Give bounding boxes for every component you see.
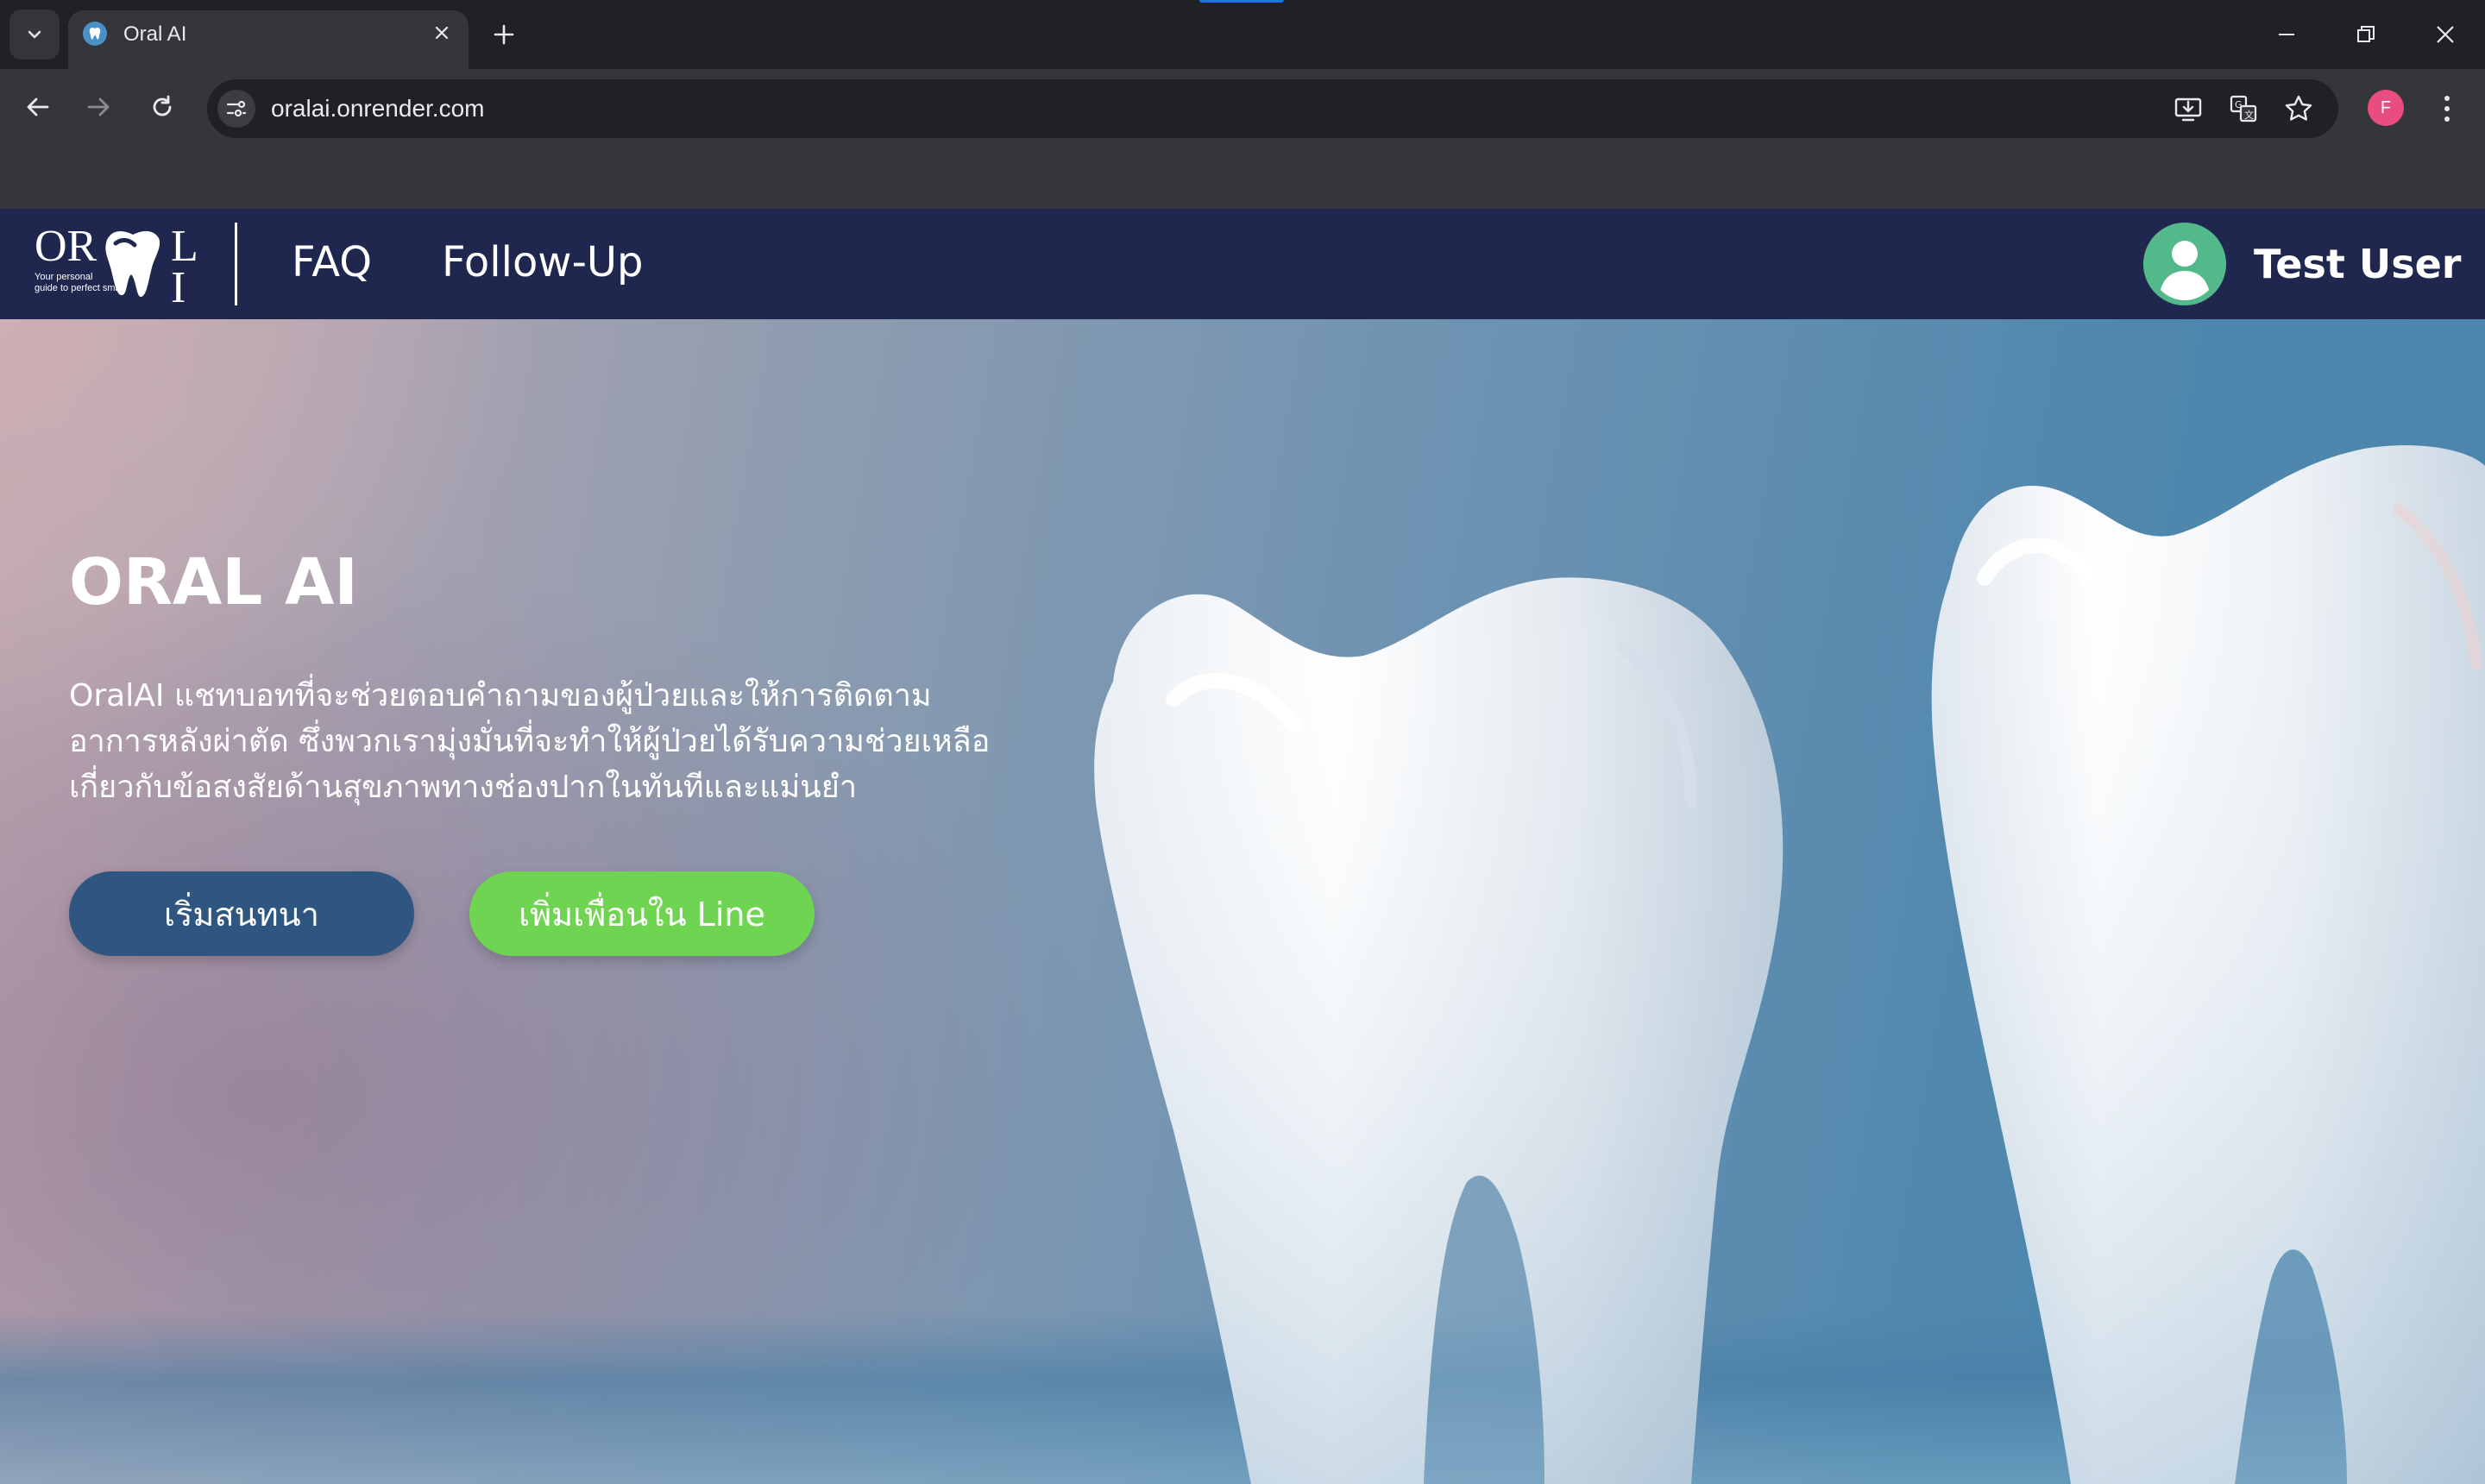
hero-section: ORAL AI OralAI แชทบอทที่จะช่วยตอบคำถามขอ… [0, 319, 2485, 1484]
user-name[interactable]: Test User [2254, 236, 2461, 292]
address-bar[interactable] [207, 79, 2338, 138]
start-chat-button[interactable]: เริ่มสนทนา [69, 871, 414, 956]
url-text[interactable]: oralai.onrender.com [271, 93, 484, 124]
tab-strip: Oral AI [0, 0, 2485, 69]
hero-title: ORAL AI [69, 545, 358, 619]
tooth-icon [83, 22, 107, 46]
nav-link-faq[interactable]: FAQ [292, 235, 372, 290]
svg-text:I: I [171, 263, 186, 307]
new-tab-button[interactable] [488, 19, 519, 50]
close-icon [435, 26, 449, 40]
install-app-icon [2174, 97, 2202, 122]
chevron-down-icon [28, 30, 41, 39]
forward-button[interactable] [79, 88, 117, 126]
translate-icon: G文 [2230, 95, 2257, 123]
reload-button[interactable] [143, 88, 181, 126]
svg-text:文: 文 [2244, 109, 2254, 121]
tab-close-button[interactable] [428, 19, 456, 47]
nav-link-follow-up[interactable]: Follow-Up [442, 235, 643, 290]
tab-title: Oral AI [123, 22, 187, 46]
svg-text:OR: OR [35, 222, 98, 271]
close-window-icon [2437, 26, 2454, 43]
profile-avatar-button[interactable]: F [2368, 90, 2404, 126]
site-info-button[interactable] [217, 90, 255, 128]
plus-icon [494, 24, 514, 45]
logo-divider [235, 223, 237, 305]
star-icon [2285, 95, 2312, 121]
web-page: OR L I Your personal guide to perfect sm… [0, 209, 2485, 1484]
tune-icon [226, 100, 247, 117]
arrow-right-icon [87, 97, 110, 116]
bookmark-button[interactable] [2280, 90, 2318, 128]
browser-menu-button[interactable] [2430, 90, 2464, 128]
kebab-menu-icon [2444, 96, 2450, 122]
tab-drag-indicator [1199, 0, 1284, 3]
restore-icon [2357, 26, 2375, 42]
minimize-button[interactable] [2268, 16, 2306, 53]
install-app-button[interactable] [2169, 90, 2207, 128]
translate-button[interactable]: G文 [2224, 90, 2262, 128]
oral-ai-logo[interactable]: OR L I Your personal guide to perfect sm… [33, 221, 214, 307]
restore-button[interactable] [2347, 16, 2385, 53]
svg-text:guide to perfect smile: guide to perfect smile [35, 283, 125, 293]
svg-text:G: G [2235, 99, 2243, 110]
minimize-icon [2279, 34, 2294, 35]
hero-description: OralAI แชทบอทที่จะช่วยตอบคำถามของผู้ป่วย… [69, 678, 991, 805]
arrow-left-icon [27, 97, 49, 116]
tab-search-button[interactable] [9, 9, 60, 60]
bookmark-bar [0, 140, 2485, 209]
svg-text:Your personal: Your personal [35, 272, 92, 282]
user-icon [2143, 223, 2226, 305]
close-window-button[interactable] [2426, 16, 2464, 53]
add-line-friend-button[interactable]: เพิ่มเพื่อนใน Line [469, 871, 815, 956]
site-navbar: OR L I Your personal guide to perfect sm… [0, 209, 2485, 319]
back-button[interactable] [19, 88, 57, 126]
user-avatar[interactable] [2143, 223, 2226, 305]
reload-icon [153, 95, 172, 116]
